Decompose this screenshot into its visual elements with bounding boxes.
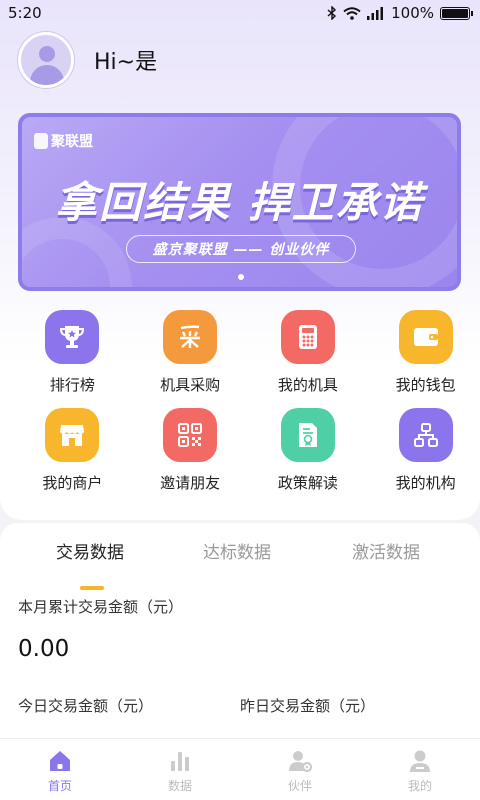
banner-logo-text: 聚联盟	[51, 134, 93, 150]
grid-row: 我的商户 邀请朋友 政策解读 我的机构	[0, 408, 480, 506]
function-grid: 排行榜 机具采购 我的机具 我的钱包 我的商户 邀请朋友 政策解读 我的机构	[0, 310, 480, 506]
battery-fill	[442, 8, 468, 18]
grid-item-label: 我的商户	[42, 474, 103, 492]
calculator-icon	[280, 310, 335, 364]
promo-banner[interactable]: 聚联盟 拿回结果 捍卫承诺 盛京聚联盟 —— 创业伙伴	[18, 113, 461, 291]
grid-item-label: 我的机具	[277, 376, 338, 394]
grid-row: 排行榜 机具采购 我的机具 我的钱包	[0, 310, 480, 408]
grid-item-label: 我的钱包	[395, 376, 456, 394]
nav-item-partners[interactable]: 伙伴	[240, 739, 360, 800]
grid-item-label: 政策解读	[277, 474, 338, 492]
grid-item-label: 机具采购	[160, 376, 221, 394]
grid-item-my-devices[interactable]: 我的机具	[254, 310, 363, 408]
banner-logo: 聚联盟	[34, 131, 93, 151]
status-bar: 5:20 100%	[0, 0, 480, 26]
grid-item-invite[interactable]: 邀请朋友	[136, 408, 245, 506]
status-icons: 100%	[327, 4, 473, 22]
qrcode-icon	[163, 408, 218, 462]
today-amount-label: 今日交易金额（元）	[18, 697, 154, 715]
banner-page-indicator[interactable]	[238, 274, 244, 280]
trophy-icon	[45, 310, 100, 364]
battery-percent: 100%	[391, 4, 434, 22]
grid-item-purchase[interactable]: 机具采购	[136, 310, 245, 408]
bar-chart-icon	[168, 749, 192, 773]
tab-target-data[interactable]: 达标数据	[203, 538, 271, 563]
nav-item-mine[interactable]: 我的	[360, 739, 480, 800]
avatar[interactable]	[18, 32, 74, 88]
wifi-icon	[343, 6, 361, 20]
tab-transaction-data[interactable]: 交易数据	[56, 538, 124, 563]
nav-label: 我的	[407, 779, 432, 793]
grid-item-label: 我的机构	[395, 474, 456, 492]
org-chart-icon	[398, 408, 453, 462]
avatar-body	[30, 65, 64, 85]
nav-label: 数据	[167, 779, 192, 793]
grid-item-organization[interactable]: 我的机构	[371, 408, 480, 506]
banner-subtitle: 盛京聚联盟 —— 创业伙伴	[126, 235, 356, 263]
grid-item-merchants[interactable]: 我的商户	[18, 408, 127, 506]
nav-item-data[interactable]: 数据	[120, 739, 240, 800]
avatar-head	[39, 46, 55, 62]
tab-activation-data[interactable]: 激活数据	[352, 538, 420, 563]
grid-item-label: 邀请朋友	[160, 474, 221, 492]
greeting-text: Hi~是	[94, 50, 158, 75]
banner-title: 拿回结果 捍卫承诺	[55, 178, 424, 227]
purchase-icon	[163, 310, 218, 364]
nav-label: 首页	[47, 779, 72, 793]
tab-indicator	[80, 586, 104, 590]
status-time: 5:20	[8, 4, 42, 22]
logo-mark-icon	[34, 133, 48, 149]
grid-item-label: 排行榜	[49, 376, 95, 394]
signal-icon	[367, 6, 384, 20]
partner-icon	[288, 749, 312, 773]
user-icon	[408, 749, 432, 773]
nav-label: 伙伴	[287, 779, 312, 793]
month-total-label: 本月累计交易金额（元）	[18, 598, 184, 616]
data-tabs: 交易数据 达标数据 激活数据	[0, 538, 480, 590]
wallet-icon	[398, 310, 453, 364]
grid-item-wallet[interactable]: 我的钱包	[371, 310, 480, 408]
battery-icon	[440, 6, 473, 20]
yesterday-amount-label: 昨日交易金额（元）	[240, 697, 376, 715]
profile-header: Hi~是	[18, 32, 157, 88]
nav-item-home[interactable]: 首页	[0, 739, 120, 800]
grid-item-policy[interactable]: 政策解读	[254, 408, 363, 506]
grid-item-ranking[interactable]: 排行榜	[18, 310, 127, 408]
bottom-navigation: 首页 数据 伙伴 我的	[0, 738, 480, 800]
home-icon	[48, 749, 72, 773]
month-total-value: 0.00	[18, 636, 70, 662]
certificate-icon	[280, 408, 335, 462]
bluetooth-icon	[327, 6, 337, 20]
store-icon	[45, 408, 100, 462]
